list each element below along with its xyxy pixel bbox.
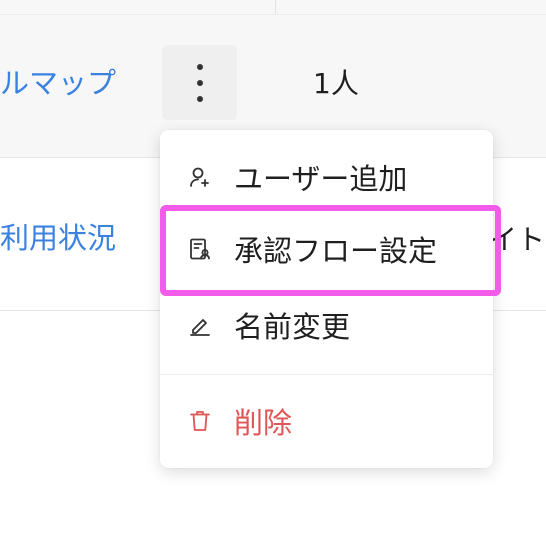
menu-item-label: 名前変更 — [234, 310, 351, 344]
column-divider — [275, 0, 276, 14]
trash-icon — [188, 409, 212, 433]
kebab-icon — [197, 96, 203, 102]
member-count: 1人 — [313, 67, 359, 100]
menu-item-delete[interactable]: 削除 — [160, 386, 493, 456]
row-name-link[interactable]: ルマップ — [0, 60, 116, 102]
kebab-icon — [197, 80, 203, 86]
row-cell-text: イト — [489, 223, 546, 256]
row-name-link[interactable]: 利用状況 — [0, 215, 116, 257]
menu-item-label: 削除 — [234, 406, 293, 440]
more-options-button[interactable] — [162, 45, 237, 120]
kebab-icon — [197, 64, 203, 70]
menu-divider — [160, 374, 493, 375]
user-add-icon — [188, 165, 212, 189]
pencil-icon — [188, 313, 212, 337]
menu-item-label: ユーザー追加 — [234, 162, 408, 196]
menu-item-add-user[interactable]: ユーザー追加 — [160, 142, 493, 212]
row-divider — [0, 14, 546, 15]
context-menu: ユーザー追加 承認フロー設定 名前変更 削除 — [160, 130, 493, 468]
menu-item-approval-flow[interactable]: 承認フロー設定 — [160, 214, 493, 284]
menu-item-label: 承認フロー設定 — [234, 234, 438, 268]
approval-flow-icon — [188, 237, 212, 261]
menu-item-rename[interactable]: 名前変更 — [160, 290, 493, 360]
